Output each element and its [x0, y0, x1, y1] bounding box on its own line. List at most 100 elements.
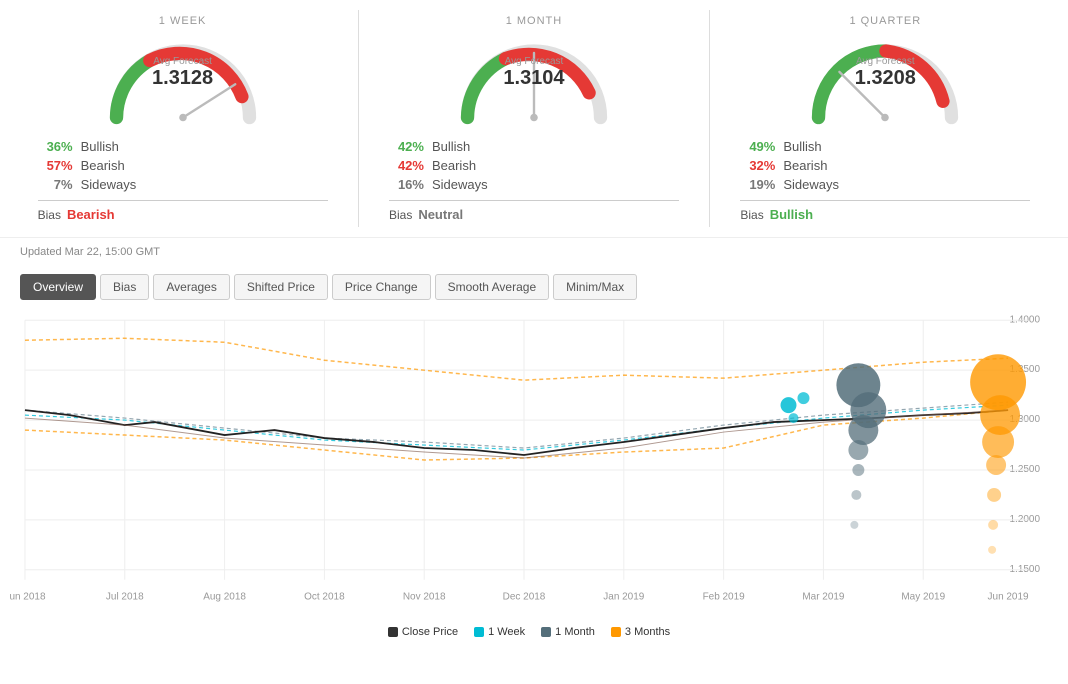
sideways-row-quarter: 19% Sideways	[740, 175, 1030, 194]
y-label-1400: 1.4000	[1010, 314, 1041, 325]
bullish-label-month: Bullish	[432, 139, 470, 154]
sideways-label-quarter: Sideways	[783, 177, 839, 192]
teal-bubble-3	[789, 413, 799, 423]
gauge-panel-quarter: 1 QUARTER Avg Forecast 1.3208 49% Bullis…	[735, 10, 1035, 227]
gauge-label-week: Avg Forecast 1.3128	[152, 56, 213, 90]
x-label-dec2018: Dec 2018	[503, 592, 546, 603]
divider-month	[389, 200, 679, 201]
y-label-1150: 1.1500	[1010, 564, 1041, 575]
gauge-month: Avg Forecast 1.3104	[444, 32, 624, 122]
legend-dot-1month	[541, 627, 551, 637]
bearish-row-month: 42% Bearish	[389, 156, 679, 175]
bias-value-quarter: Bullish	[770, 207, 813, 222]
x-label-jun2019: Jun 2019	[988, 592, 1029, 603]
tab-bias[interactable]: Bias	[100, 274, 149, 300]
legend-1month: 1 Month	[541, 626, 595, 638]
gauge-quarter: Avg Forecast 1.3208	[795, 32, 975, 122]
teal-bubble-1	[781, 397, 797, 413]
gray-bubble-large-3	[848, 415, 878, 445]
chart-wrapper: 1.4000 1.3500 1.3000 1.2500 1.2000 1.150…	[10, 310, 1048, 620]
x-label-jul2018: Jul 2018	[106, 592, 144, 603]
tab-shifted-price[interactable]: Shifted Price	[234, 274, 328, 300]
legend-3months: 3 Months	[611, 626, 670, 638]
legend-dot-1week	[474, 627, 484, 637]
sideways-row-month: 16% Sideways	[389, 175, 679, 194]
x-label-mar2019: Mar 2019	[802, 592, 845, 603]
bullish-pct-quarter: 49%	[740, 139, 775, 154]
gauge-title-quarter: 1 QUARTER	[849, 15, 921, 27]
divider-week	[38, 200, 328, 201]
gray-bubble-sm-1	[852, 464, 864, 476]
chart-area: 1.4000 1.3500 1.3000 1.2500 1.2000 1.150…	[0, 300, 1068, 652]
stats-week: 36% Bullish 57% Bearish 7% Sideways Bias…	[38, 137, 328, 222]
orange-bubble-med-1	[982, 426, 1014, 458]
legend-1week: 1 Week	[474, 626, 525, 638]
x-label-may2019: May 2019	[901, 592, 945, 603]
tab-price-change[interactable]: Price Change	[332, 274, 431, 300]
chart-legend: Close Price 1 Week 1 Month 3 Months	[10, 620, 1048, 642]
bias-row-week: Bias Bearish	[38, 207, 328, 222]
gauge-panels-container: 1 WEEK Avg Forecast 1.3128 36% Bullis	[0, 0, 1068, 238]
bias-row-month: Bias Neutral	[389, 207, 679, 222]
avg-forecast-value-quarter: 1.3208	[855, 67, 916, 89]
tab-averages[interactable]: Averages	[153, 274, 229, 300]
legend-label-close: Close Price	[402, 626, 458, 638]
legend-label-3months: 3 Months	[625, 626, 670, 638]
tab-minim-max[interactable]: Minim/Max	[553, 274, 637, 300]
bearish-label-week: Bearish	[81, 158, 125, 173]
bearish-pct-month: 42%	[389, 158, 424, 173]
orange-bubble-sm-1	[986, 455, 1006, 475]
gauge-week: Avg Forecast 1.3128	[93, 32, 273, 122]
sep1	[358, 10, 359, 227]
bullish-pct-month: 42%	[389, 139, 424, 154]
stats-month: 42% Bullish 42% Bearish 16% Sideways Bia…	[389, 137, 679, 222]
avg-forecast-value-month: 1.3104	[503, 67, 564, 89]
bearish-row-week: 57% Bearish	[38, 156, 328, 175]
sep2	[709, 10, 710, 227]
avg-forecast-label-month: Avg Forecast	[503, 56, 564, 67]
x-label-nov2018: Nov 2018	[403, 592, 446, 603]
legend-close: Close Price	[388, 626, 458, 638]
x-label-aug2018: Aug 2018	[203, 592, 246, 603]
bullish-row-week: 36% Bullish	[38, 137, 328, 156]
bias-value-week: Bearish	[67, 207, 115, 222]
y-label-1250: 1.2500	[1010, 464, 1041, 475]
gauge-label-quarter: Avg Forecast 1.3208	[855, 56, 916, 90]
bearish-pct-quarter: 32%	[740, 158, 775, 173]
main-chart: 1.4000 1.3500 1.3000 1.2500 1.2000 1.150…	[10, 310, 1048, 620]
tab-smooth-average[interactable]: Smooth Average	[435, 274, 550, 300]
gauge-title-week: 1 WEEK	[159, 15, 207, 27]
bias-text-quarter: Bias	[740, 208, 763, 222]
sideways-pct-week: 7%	[38, 177, 73, 192]
bearish-row-quarter: 32% Bearish	[740, 156, 1030, 175]
gray-bubble-med-1	[848, 440, 868, 460]
legend-dot-3months	[611, 627, 621, 637]
divider-quarter	[740, 200, 1030, 201]
legend-dot-close	[388, 627, 398, 637]
gauge-label-month: Avg Forecast 1.3104	[503, 56, 564, 90]
tab-overview[interactable]: Overview	[20, 274, 96, 300]
bullish-label-week: Bullish	[81, 139, 119, 154]
bullish-row-month: 42% Bullish	[389, 137, 679, 156]
bullish-row-quarter: 49% Bullish	[740, 137, 1030, 156]
avg-forecast-label-week: Avg Forecast	[152, 56, 213, 67]
gauge-title-month: 1 MONTH	[506, 15, 563, 27]
bullish-pct-week: 36%	[38, 139, 73, 154]
gauge-panel-week: 1 WEEK Avg Forecast 1.3128 36% Bullis	[33, 10, 333, 227]
bias-text-month: Bias	[389, 208, 412, 222]
sideways-label-week: Sideways	[81, 177, 137, 192]
x-label-oct2018: Oct 2018	[304, 592, 345, 603]
x-label-feb2019: Feb 2019	[703, 592, 746, 603]
sideways-pct-quarter: 19%	[740, 177, 775, 192]
sideways-pct-month: 16%	[389, 177, 424, 192]
bias-text-week: Bias	[38, 208, 61, 222]
orange-bubble-xs-1	[988, 520, 998, 530]
x-label-jan2019: Jan 2019	[603, 592, 644, 603]
orange-bubble-sm-2	[987, 488, 1001, 502]
bias-value-month: Neutral	[418, 207, 463, 222]
tabs-container: Overview Bias Averages Shifted Price Pri…	[0, 266, 1068, 300]
bearish-pct-week: 57%	[38, 158, 73, 173]
sideways-label-month: Sideways	[432, 177, 488, 192]
sideways-row-week: 7% Sideways	[38, 175, 328, 194]
orange-bubble-xs-2	[988, 546, 996, 554]
